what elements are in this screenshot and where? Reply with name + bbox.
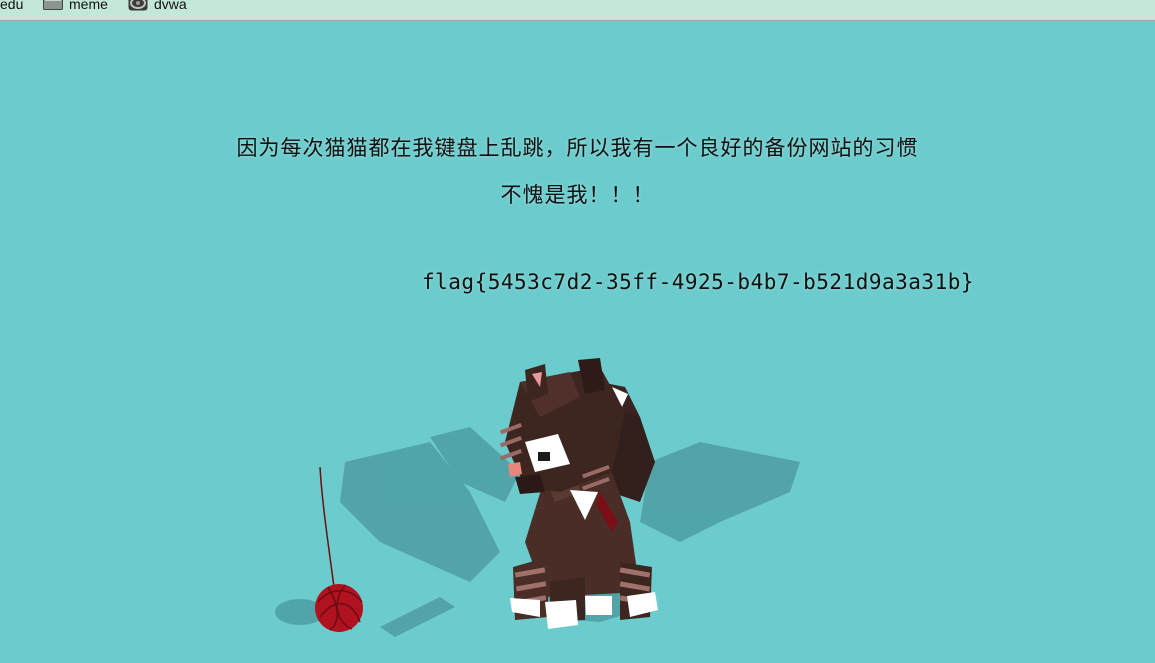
bookmark-dvwa[interactable]: dvwa — [128, 0, 187, 12]
bookmarks-bar: edu meme dvwa — [0, 0, 1155, 21]
bookmark-meme[interactable]: meme — [43, 0, 108, 12]
site-icon — [128, 0, 148, 14]
cat-figure — [499, 358, 658, 629]
bookmark-label: meme — [69, 0, 108, 12]
yarn-shadow — [275, 597, 455, 637]
bookmark-label: edu — [0, 0, 24, 12]
bookmark-edu[interactable]: edu — [0, 0, 23, 12]
folder-icon — [43, 0, 63, 13]
cat-scene — [275, 358, 800, 637]
bookmark-label: dvwa — [154, 0, 187, 12]
page-content: 因为每次猫猫都在我键盘上乱跳，所以我有一个良好的备份网站的习惯 不愧是我！！！ … — [0, 22, 1155, 663]
